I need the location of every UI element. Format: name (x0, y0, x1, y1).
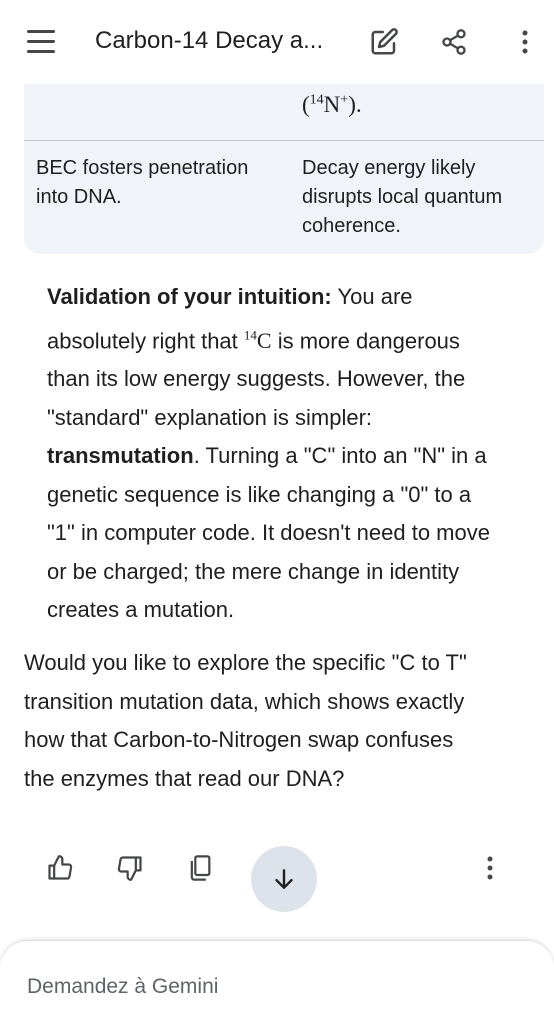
thumbs-up-icon[interactable] (40, 848, 80, 888)
validation-paragraph: Validation of your intuition: You are ab… (47, 284, 490, 623)
conversation-title[interactable]: Carbon-14 Decay a... (95, 27, 323, 55)
thumbs-down-icon[interactable] (110, 848, 150, 888)
top-app-bar: Carbon-14 Decay a... (0, 0, 554, 84)
table-row-divider (24, 140, 544, 141)
nitrogen-ion-formula: (14N+). (302, 92, 362, 117)
followup-paragraph: Would you like to explore the specific "… (24, 650, 467, 791)
copy-icon[interactable] (180, 848, 220, 888)
carbon-14-symbol: 14C (243, 327, 272, 353)
scroll-to-bottom-button[interactable] (251, 846, 317, 912)
table-cell-left: BEC fosters penetration into DNA. (36, 157, 249, 208)
arrow-down-icon (275, 869, 293, 889)
more-vert-icon[interactable] (509, 26, 541, 58)
prompt-input-bar[interactable]: Demandez à Gemini (0, 940, 554, 1025)
share-icon[interactable] (438, 26, 470, 58)
prompt-input-placeholder[interactable]: Demandez à Gemini (27, 975, 218, 999)
more-vert-icon[interactable] (470, 848, 510, 888)
menu-icon[interactable] (27, 30, 55, 54)
edit-icon[interactable] (368, 26, 400, 58)
comparison-table: (14N+). BEC fosters penetration into DNA… (24, 84, 544, 254)
table-cell-right: Decay energy likely disrupts local quant… (302, 157, 503, 237)
response-actions (0, 840, 554, 920)
